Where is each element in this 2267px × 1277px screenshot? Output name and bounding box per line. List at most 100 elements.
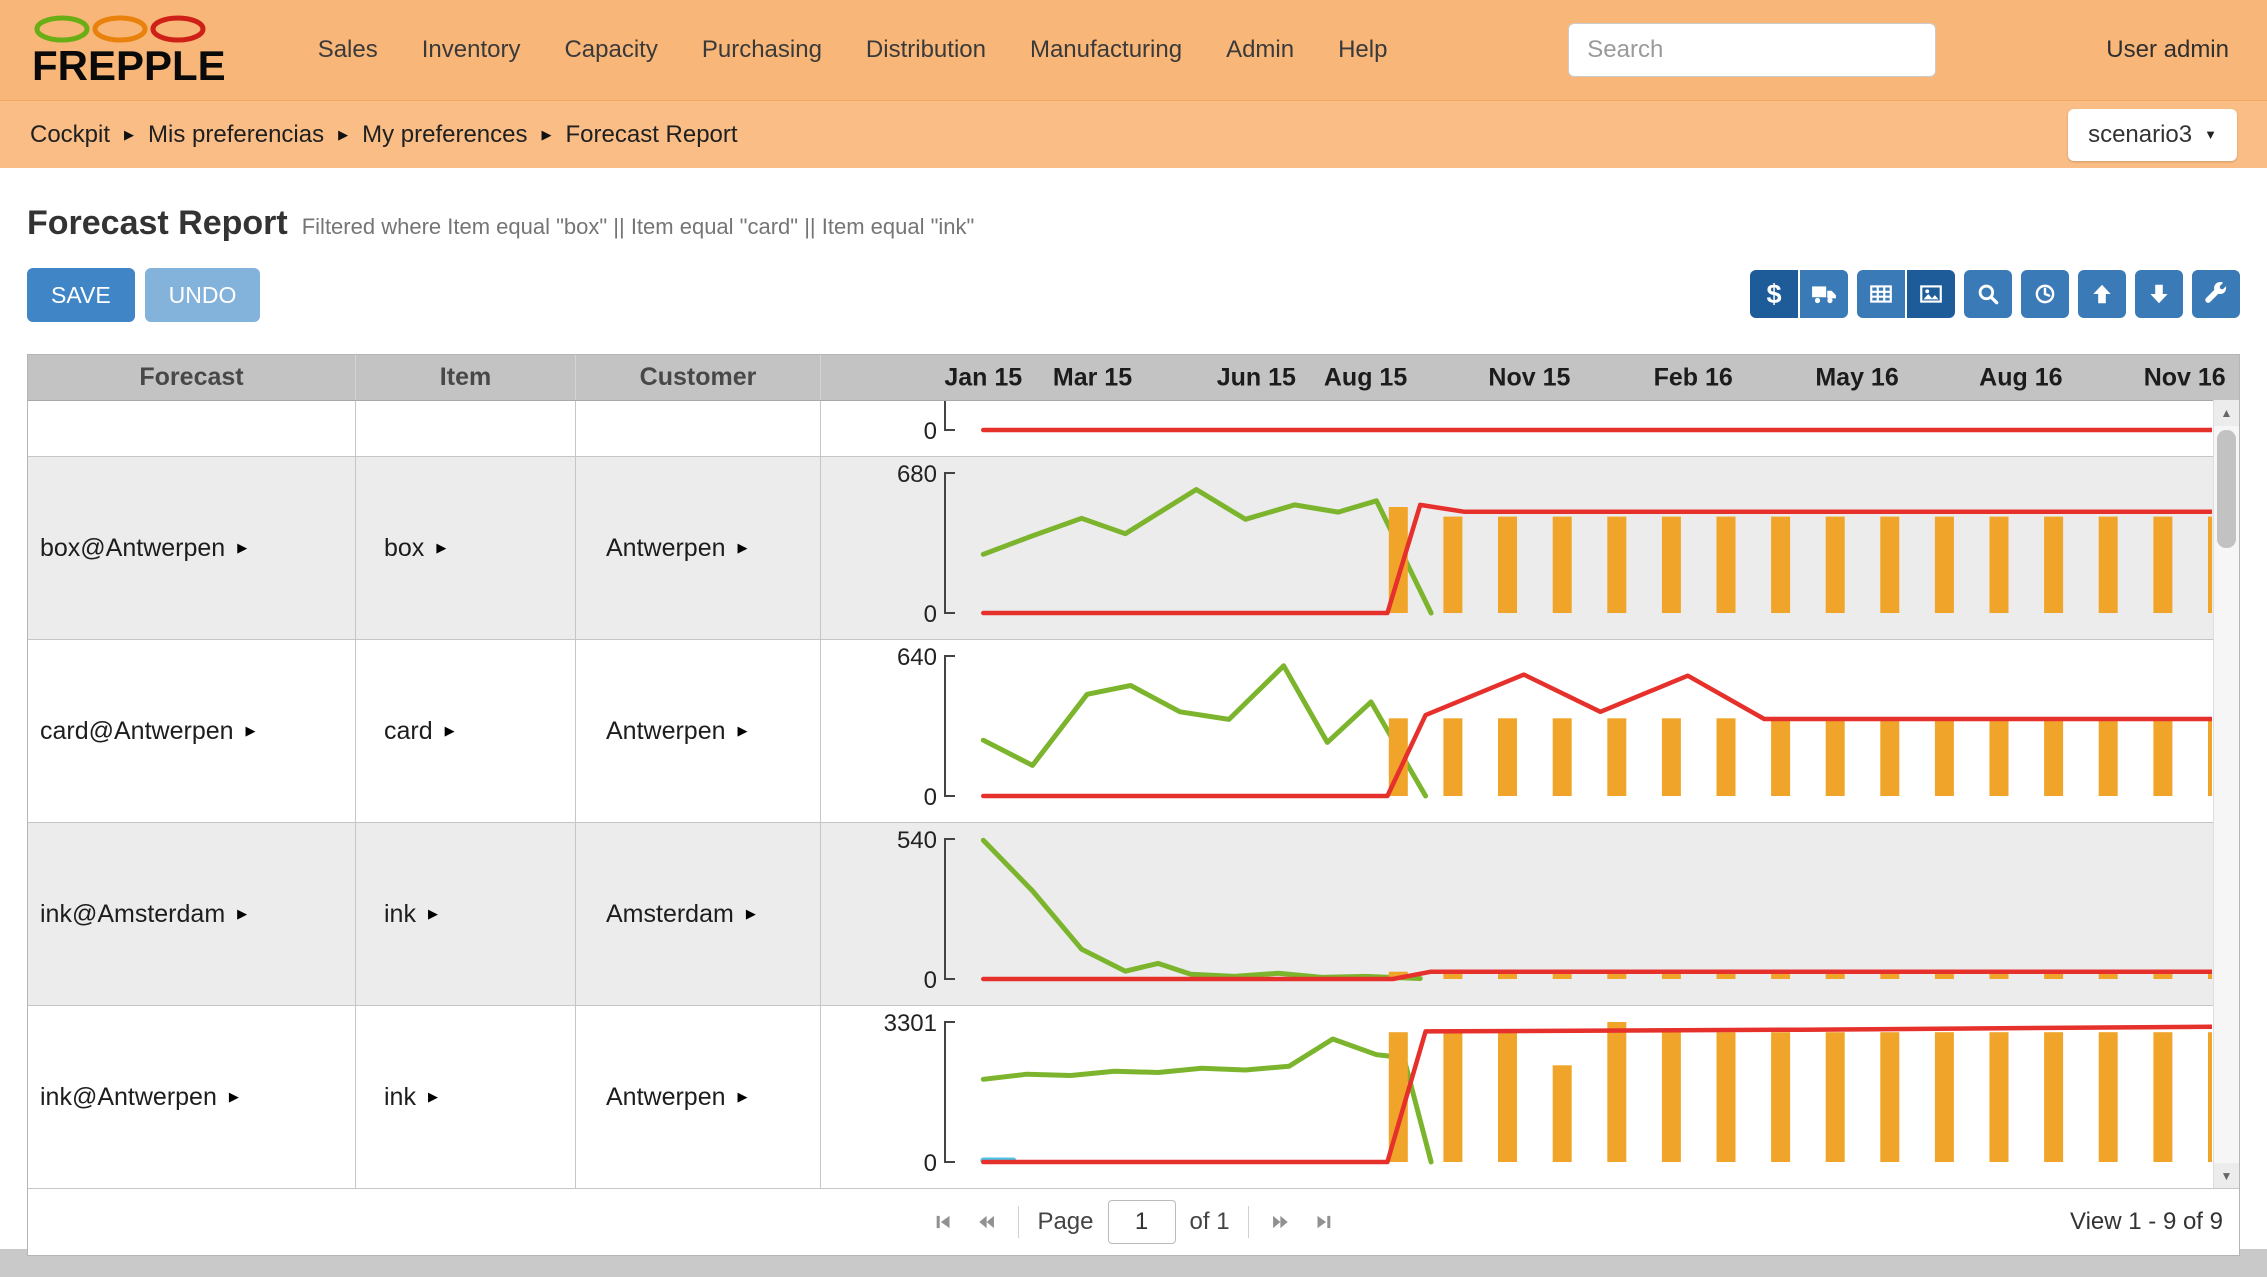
menu-item-capacity[interactable]: Capacity: [564, 36, 657, 64]
search-button[interactable]: [1964, 270, 2012, 318]
forecast-bar[interactable]: [1607, 517, 1626, 613]
forecast-bar[interactable]: [1990, 517, 2009, 613]
drilldown-icon[interactable]: ▶: [229, 1089, 239, 1105]
search-input[interactable]: [1568, 23, 1936, 77]
previous-page-button[interactable]: [972, 1208, 1000, 1236]
menu-item-inventory[interactable]: Inventory: [422, 36, 521, 64]
save-button[interactable]: SAVE: [27, 268, 135, 322]
forecast-bar[interactable]: [1662, 718, 1681, 796]
first-page-button[interactable]: [930, 1208, 958, 1236]
forecast-bar[interactable]: [2153, 517, 2172, 613]
forecast-bar[interactable]: [1935, 1032, 1954, 1162]
page-number-input[interactable]: [1108, 1200, 1176, 1244]
forecast-bar[interactable]: [1880, 1032, 1899, 1162]
menu-item-manufacturing[interactable]: Manufacturing: [1030, 36, 1182, 64]
forecast-bar[interactable]: [2153, 1032, 2172, 1162]
move-up-button[interactable]: [2078, 270, 2126, 318]
time-buckets-button[interactable]: [2021, 270, 2069, 318]
drilldown-icon[interactable]: ▶: [436, 540, 446, 556]
forecast-bar[interactable]: [1553, 517, 1572, 613]
forecast-bar[interactable]: [1717, 517, 1736, 613]
forecast-chart[interactable]: [956, 1006, 2212, 1188]
forecast-bar[interactable]: [1880, 517, 1899, 613]
customer-link[interactable]: Antwerpen: [606, 717, 726, 746]
scenario-selector[interactable]: scenario3 ▼: [2068, 109, 2237, 161]
drilldown-icon[interactable]: ▶: [246, 723, 256, 739]
table-view-button[interactable]: [1857, 270, 1905, 318]
drilldown-icon[interactable]: ▶: [428, 1089, 438, 1105]
next-page-button[interactable]: [1267, 1208, 1295, 1236]
forecast-bar[interactable]: [1826, 718, 1845, 796]
drilldown-icon[interactable]: ▶: [237, 906, 247, 922]
forecast-bar[interactable]: [2099, 1032, 2118, 1162]
forecast-bar[interactable]: [2208, 517, 2212, 613]
forecast-bar[interactable]: [2208, 718, 2212, 796]
column-header-forecast[interactable]: Forecast: [28, 355, 356, 400]
forecast-bar[interactable]: [1717, 718, 1736, 796]
forecast-bar[interactable]: [1607, 718, 1626, 796]
column-header-item[interactable]: Item: [356, 355, 576, 400]
customer-link[interactable]: Amsterdam: [606, 900, 734, 929]
forecast-bar[interactable]: [1607, 1022, 1626, 1162]
drilldown-icon[interactable]: ▶: [445, 723, 455, 739]
forecast-bar[interactable]: [1553, 718, 1572, 796]
frepple-logo[interactable]: FREPPLE: [32, 14, 226, 87]
forecast-bar[interactable]: [1662, 1032, 1681, 1162]
forecast-bar[interactable]: [2044, 1032, 2063, 1162]
customer-link[interactable]: Antwerpen: [606, 534, 726, 563]
drilldown-icon[interactable]: ▶: [738, 1089, 748, 1105]
forecast-bar[interactable]: [1443, 718, 1462, 796]
user-menu[interactable]: User admin: [2106, 36, 2229, 64]
drilldown-icon[interactable]: ▶: [738, 723, 748, 739]
forecast-bar[interactable]: [1880, 718, 1899, 796]
item-link[interactable]: ink: [384, 900, 416, 929]
forecast-bar[interactable]: [1935, 517, 1954, 613]
forecast-bar[interactable]: [2208, 1032, 2212, 1162]
forecast-chart[interactable]: [956, 640, 2212, 822]
menu-item-distribution[interactable]: Distribution: [866, 36, 986, 64]
last-page-button[interactable]: [1309, 1208, 1337, 1236]
forecast-bar[interactable]: [1443, 517, 1462, 613]
scrollbar-thumb[interactable]: [2217, 430, 2236, 548]
breadcrumb-item-my-preferences[interactable]: My preferences: [362, 121, 527, 149]
forecast-bar[interactable]: [1990, 1032, 2009, 1162]
forecast-bar[interactable]: [1498, 1032, 1517, 1162]
scroll-down-button[interactable]: ▼: [2214, 1163, 2239, 1189]
breadcrumb-item-mis-preferencias[interactable]: Mis preferencias: [148, 121, 324, 149]
forecast-bar[interactable]: [1553, 1065, 1572, 1162]
customize-button[interactable]: [2192, 270, 2240, 318]
forecast-bar[interactable]: [1826, 1032, 1845, 1162]
drilldown-icon[interactable]: ▶: [428, 906, 438, 922]
menu-item-purchasing[interactable]: Purchasing: [702, 36, 822, 64]
forecast-bar[interactable]: [1443, 1032, 1462, 1162]
forecast-bar[interactable]: [2099, 517, 2118, 613]
forecast-bar[interactable]: [2044, 718, 2063, 796]
forecast-bar[interactable]: [1498, 517, 1517, 613]
graph-view-button[interactable]: [1907, 270, 1955, 318]
forecast-link[interactable]: ink@Amsterdam: [40, 900, 225, 929]
menu-item-sales[interactable]: Sales: [318, 36, 378, 64]
forecast-bar[interactable]: [1771, 517, 1790, 613]
item-link[interactable]: card: [384, 717, 433, 746]
forecast-bar[interactable]: [2153, 718, 2172, 796]
forecast-bar[interactable]: [1990, 718, 2009, 796]
units-toggle-button[interactable]: [1800, 270, 1848, 318]
forecast-bar[interactable]: [2044, 517, 2063, 613]
scroll-up-button[interactable]: ▲: [2214, 400, 2239, 426]
menu-item-admin[interactable]: Admin: [1226, 36, 1294, 64]
move-down-button[interactable]: [2135, 270, 2183, 318]
breadcrumb-item-cockpit[interactable]: Cockpit: [30, 121, 110, 149]
undo-button[interactable]: UNDO: [145, 268, 261, 322]
forecast-bar[interactable]: [1662, 517, 1681, 613]
forecast-chart[interactable]: [956, 457, 2212, 639]
drilldown-icon[interactable]: ▶: [738, 540, 748, 556]
forecast-bar[interactable]: [1717, 1032, 1736, 1162]
customer-link[interactable]: Antwerpen: [606, 1083, 726, 1112]
currency-toggle-button[interactable]: $: [1750, 270, 1798, 318]
forecast-bar[interactable]: [1498, 718, 1517, 796]
forecast-chart[interactable]: [956, 401, 2212, 456]
item-link[interactable]: ink: [384, 1083, 416, 1112]
forecast-bar[interactable]: [1826, 517, 1845, 613]
vertical-scrollbar[interactable]: ▲ ▼: [2213, 400, 2239, 1189]
forecast-bar[interactable]: [2099, 718, 2118, 796]
